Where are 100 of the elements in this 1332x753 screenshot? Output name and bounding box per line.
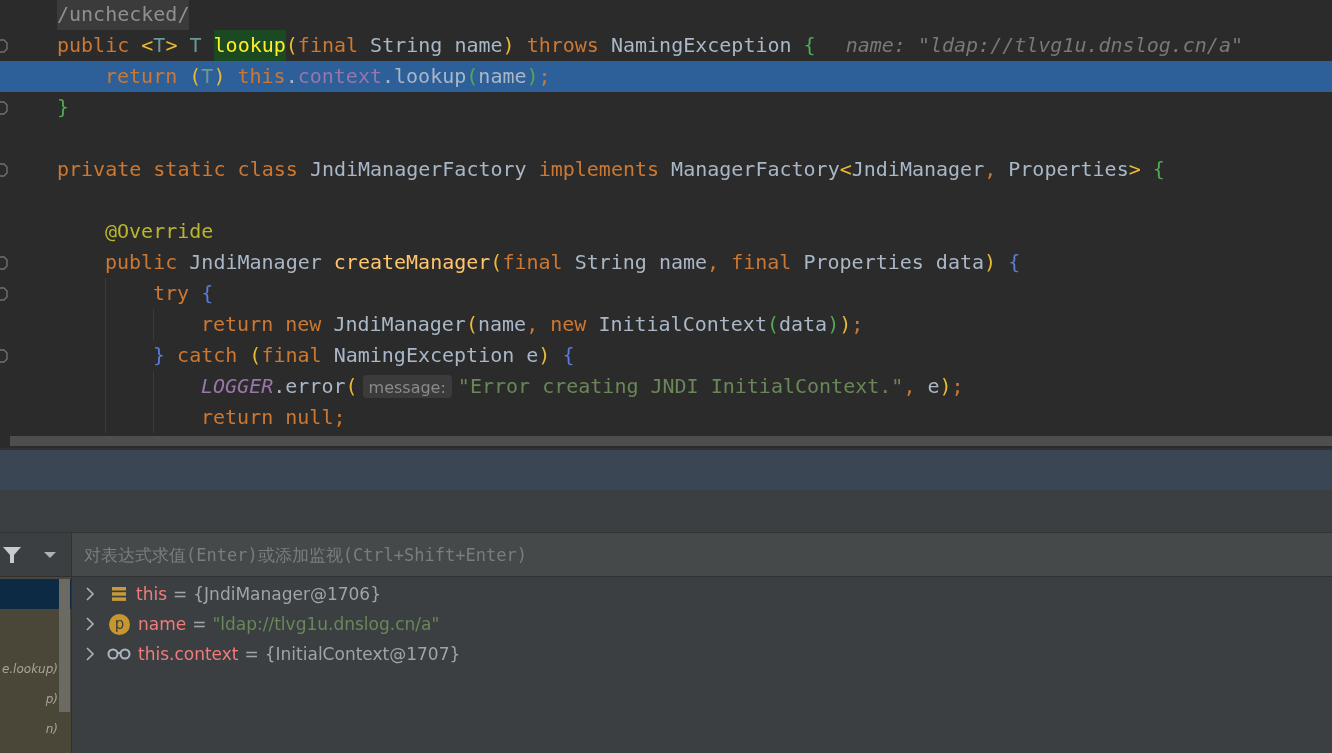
expand-icon[interactable] bbox=[86, 617, 95, 631]
bracket: > bbox=[165, 32, 178, 59]
fold-icon[interactable] bbox=[0, 100, 8, 115]
bracket: < bbox=[141, 32, 154, 59]
bracket: ) bbox=[827, 311, 840, 338]
scrollbar-thumb[interactable] bbox=[59, 579, 70, 712]
stack-frame[interactable]: e.lookup) bbox=[0, 654, 71, 684]
code-text: ManagerFactory bbox=[671, 156, 840, 183]
keyword: ; bbox=[538, 63, 551, 90]
keyword: ; bbox=[851, 311, 864, 338]
code-text: JndiManager bbox=[851, 156, 985, 183]
fold-icon[interactable] bbox=[0, 286, 8, 301]
code-text: NamingException bbox=[610, 32, 793, 59]
fold-icon[interactable] bbox=[0, 255, 8, 270]
code-text: . bbox=[285, 63, 298, 90]
static-field: LOGGER bbox=[201, 371, 274, 402]
code-text: Properties data bbox=[803, 249, 985, 276]
variable-name: this bbox=[136, 584, 168, 604]
keyword: throws bbox=[525, 32, 600, 59]
variable-name: this.context bbox=[138, 644, 239, 664]
code-text: name bbox=[477, 311, 527, 338]
bracket: ) bbox=[984, 249, 997, 276]
variable-value: {JndiManager@1706} bbox=[193, 584, 381, 604]
code-text: .lookup bbox=[382, 63, 467, 90]
inline-value-hint: name: "ldap://tlvg1u.dnslog.cn/a" bbox=[845, 32, 1243, 59]
equals-sign: = bbox=[192, 614, 207, 634]
keyword: , bbox=[903, 373, 917, 400]
bracket: ( bbox=[490, 249, 503, 276]
type-parameter: T bbox=[153, 32, 166, 59]
bracket: ( bbox=[189, 63, 202, 90]
bracket: < bbox=[839, 156, 852, 183]
method-name: createManager bbox=[333, 249, 491, 276]
type-parameter: T bbox=[188, 32, 203, 59]
keyword: return new bbox=[201, 311, 323, 338]
bracket: } bbox=[153, 342, 166, 369]
parameter-hint: message: bbox=[362, 375, 452, 398]
type-parameter: T bbox=[201, 63, 214, 90]
keyword: public bbox=[57, 32, 131, 59]
keyword: , final bbox=[707, 249, 793, 276]
bracket: { bbox=[1151, 156, 1165, 183]
bracket: { bbox=[201, 280, 214, 307]
keyword: ; bbox=[951, 373, 964, 400]
code-text: JndiManager bbox=[333, 311, 466, 338]
keyword: public bbox=[105, 249, 179, 276]
bracket: ( bbox=[466, 63, 479, 90]
parameter-icon: p bbox=[109, 613, 130, 635]
variable-name: name bbox=[138, 614, 187, 634]
keyword: final bbox=[297, 32, 360, 59]
bracket: } bbox=[57, 94, 70, 121]
equals-sign: = bbox=[173, 584, 188, 604]
code-text: String name bbox=[574, 249, 708, 276]
bracket: ) bbox=[526, 63, 539, 90]
stack-frame[interactable]: n) bbox=[0, 714, 71, 744]
code-text: data bbox=[779, 311, 828, 338]
keyword: catch bbox=[176, 342, 239, 369]
fold-icon[interactable] bbox=[0, 162, 8, 177]
bracket: ) bbox=[839, 311, 852, 338]
annotation: @Override bbox=[105, 218, 214, 245]
bracket: ) bbox=[939, 373, 952, 400]
keyword: return null; bbox=[201, 404, 346, 431]
bracket: ( bbox=[285, 32, 298, 59]
bracket: > bbox=[1128, 156, 1141, 183]
expand-icon[interactable] bbox=[86, 647, 95, 661]
comment: /unchecked/ bbox=[57, 0, 190, 30]
glasses-icon bbox=[107, 648, 131, 660]
keyword: implements bbox=[538, 156, 661, 183]
code-text: JndiManagerFactory bbox=[309, 156, 528, 183]
code-text: name bbox=[478, 63, 527, 90]
filter-icon[interactable] bbox=[2, 544, 22, 565]
variable-value: "ldap://tlvg1u.dnslog.cn/a" bbox=[212, 614, 440, 634]
keyword: , new bbox=[526, 311, 588, 338]
bracket: { bbox=[561, 342, 575, 369]
bracket: ( bbox=[465, 311, 478, 338]
bracket: ( bbox=[345, 373, 358, 400]
code-text: NamingException e bbox=[333, 342, 539, 369]
code-text: InitialContext bbox=[598, 311, 767, 338]
bracket: ( bbox=[249, 342, 262, 369]
code-text: Properties bbox=[1008, 156, 1129, 183]
keyword: , bbox=[984, 156, 998, 183]
keyword: final bbox=[261, 342, 323, 369]
code-text: e bbox=[927, 373, 940, 400]
bracket: ) bbox=[538, 342, 551, 369]
bracket: ) bbox=[213, 63, 226, 90]
keyword: final bbox=[502, 249, 564, 276]
fold-icon[interactable] bbox=[0, 348, 8, 363]
scrollbar-thumb[interactable] bbox=[10, 436, 1332, 446]
bracket: { bbox=[1007, 249, 1021, 276]
stack-frame[interactable]: p) bbox=[0, 684, 71, 714]
caret-icon[interactable] bbox=[43, 550, 57, 559]
keyword: try bbox=[153, 280, 191, 307]
code-text: JndiManager bbox=[189, 249, 323, 276]
bracket: ) bbox=[502, 32, 515, 59]
variable-value: {InitialContext@1707} bbox=[264, 644, 461, 664]
string-literal: "Error creating JNDI InitialContext." bbox=[457, 373, 904, 400]
field-name: context bbox=[297, 63, 382, 90]
bracket: ( bbox=[766, 311, 779, 338]
keyword: this bbox=[236, 63, 286, 90]
fold-icon[interactable] bbox=[0, 38, 8, 53]
expand-icon[interactable] bbox=[86, 587, 95, 601]
object-icon bbox=[111, 586, 127, 602]
